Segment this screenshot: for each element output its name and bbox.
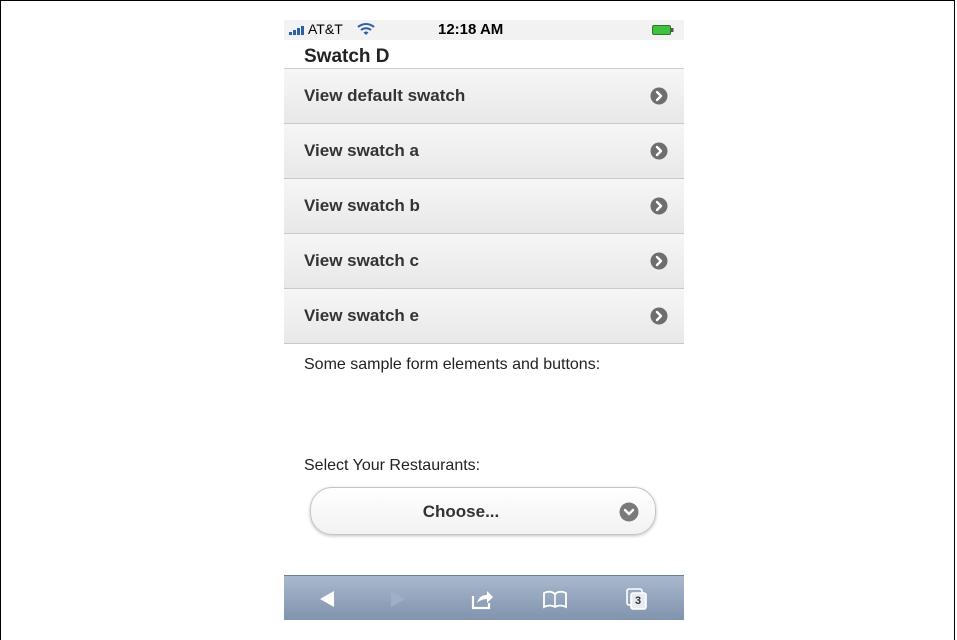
chevron-right-icon (650, 307, 668, 325)
back-icon[interactable] (312, 586, 342, 612)
chevron-right-icon (650, 252, 668, 270)
list-item-view-swatch-e[interactable]: View swatch e (284, 289, 684, 344)
swatch-list: View default swatch View swatch a View s… (284, 68, 684, 344)
chevron-down-icon (619, 502, 639, 522)
tab-count: 3 (635, 595, 642, 607)
restaurant-select[interactable]: Choose... (310, 487, 656, 535)
forward-icon[interactable] (383, 586, 413, 612)
browser-toolbar: 3 (284, 575, 684, 620)
phone-screen: AT&T 12:18 AM Swatch D View default swat… (284, 20, 684, 620)
form-intro-text: Some sample form elements and buttons: (304, 356, 601, 373)
wifi-icon (357, 23, 375, 35)
list-item-label: View swatch b (304, 196, 420, 215)
page-title: Swatch D (304, 46, 390, 67)
list-item-view-swatch-a[interactable]: View swatch a (284, 124, 684, 179)
chevron-right-icon (650, 142, 668, 160)
list-item-label: View default swatch (304, 86, 466, 105)
list-item-label: View swatch a (304, 141, 419, 160)
battery-icon (652, 25, 674, 35)
list-item-view-default-swatch[interactable]: View default swatch (284, 69, 684, 124)
bookmarks-icon[interactable] (540, 586, 570, 612)
status-bar: AT&T 12:18 AM (284, 20, 684, 40)
select-value: Choose... (422, 502, 500, 521)
carrier-name: AT&T (308, 21, 343, 37)
tabs-icon[interactable]: 3 (622, 586, 652, 612)
signal-bars-icon (289, 25, 307, 35)
list-item-view-swatch-c[interactable]: View swatch c (284, 234, 684, 289)
list-item-label: View swatch c (304, 251, 419, 270)
list-item-label: View swatch e (304, 306, 419, 325)
list-item-view-swatch-b[interactable]: View swatch b (284, 179, 684, 234)
chevron-right-icon (650, 197, 668, 215)
select-label: Select Your Restaurants: (304, 457, 481, 474)
status-time: 12:18 AM (438, 21, 504, 38)
chevron-right-icon (650, 87, 668, 105)
share-icon[interactable] (467, 586, 497, 612)
